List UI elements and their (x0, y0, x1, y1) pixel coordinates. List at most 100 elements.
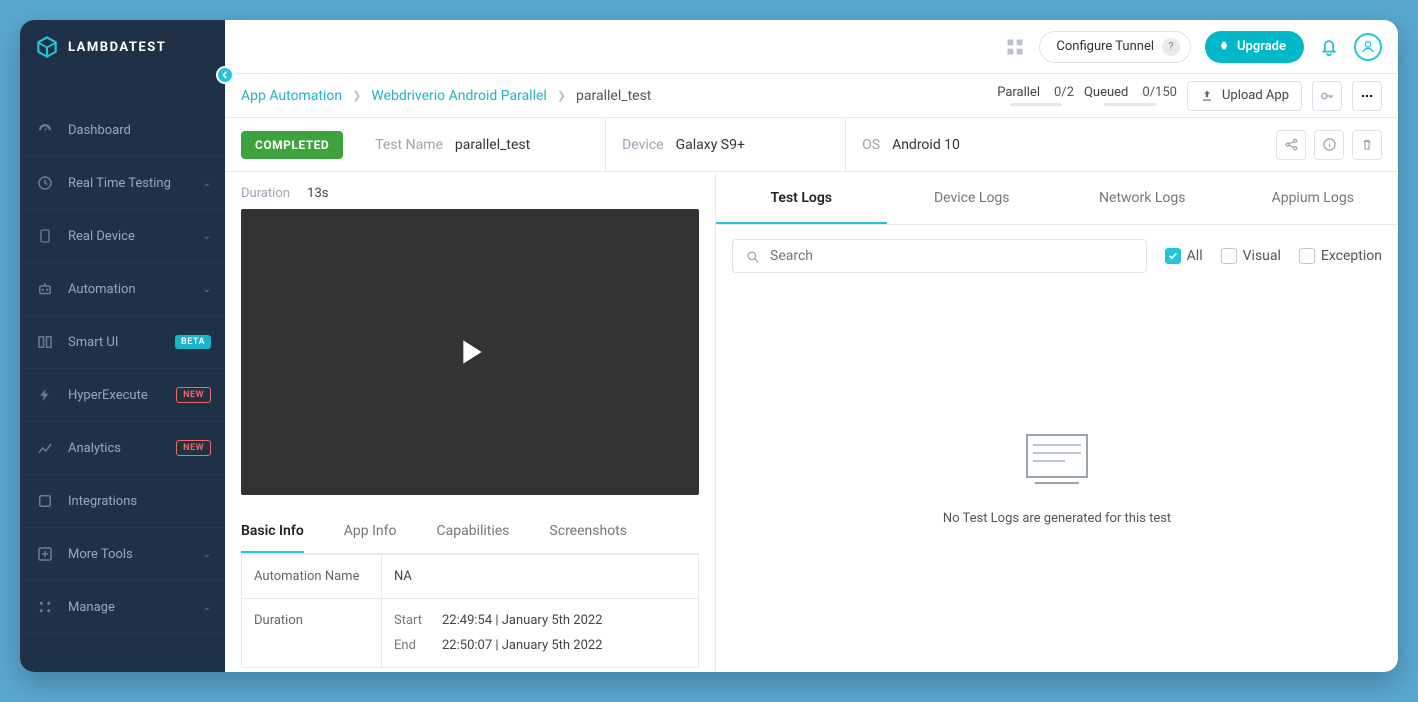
content-split: Duration 13s Basic Info App Info Capabil… (225, 172, 1398, 672)
document-icon (1021, 433, 1093, 485)
device-cell: Device Galaxy S9+ (606, 118, 846, 171)
chevron-down-icon: ⌄ (203, 549, 211, 560)
video-player[interactable] (241, 209, 699, 495)
checkbox-checked-icon (1165, 248, 1181, 264)
beta-badge: BETA (175, 335, 211, 349)
plug-icon (34, 490, 56, 512)
sidebar-item-label: Analytics (68, 441, 121, 456)
row-value: NA (382, 555, 698, 598)
start-value: 22:49:54 | January 5th 2022 (442, 613, 602, 628)
tab-device-logs[interactable]: Device Logs (887, 172, 1058, 224)
sidebar: LAMBDATEST Dashboard Real Time Testing ⌄… (20, 20, 225, 672)
testname-cell: Test Name parallel_test (359, 118, 606, 171)
tab-network-logs[interactable]: Network Logs (1057, 172, 1228, 224)
share-button[interactable] (1276, 130, 1306, 160)
tab-basic-info[interactable]: Basic Info (241, 511, 304, 553)
parallel-counter: Parallel 0/2 (997, 85, 1074, 106)
sidebar-item-label: Dashboard (68, 123, 131, 138)
upgrade-button[interactable]: Upgrade (1205, 31, 1304, 63)
delete-button[interactable] (1352, 130, 1382, 160)
sidebar-item-moretools[interactable]: More Tools ⌄ (20, 528, 225, 581)
counter-value: 0/150 (1142, 85, 1177, 100)
main-area: Configure Tunnel ? Upgrade App Automatio… (225, 20, 1398, 672)
empty-message: No Test Logs are generated for this test (943, 511, 1171, 526)
left-pane: Duration 13s Basic Info App Info Capabil… (225, 172, 715, 672)
play-icon (450, 332, 490, 372)
counter-value: 0/2 (1054, 85, 1074, 100)
meta-value: parallel_test (455, 137, 530, 153)
meta-label: OS (862, 137, 880, 153)
sidebar-item-automation[interactable]: Automation ⌄ (20, 263, 225, 316)
counter-label: Parallel (997, 85, 1040, 100)
app-root: LAMBDATEST Dashboard Real Time Testing ⌄… (20, 20, 1398, 672)
start-label: Start (394, 613, 442, 628)
gauge-icon (34, 119, 56, 141)
log-filter-row: All Visual Exception (716, 225, 1398, 287)
filter-all[interactable]: All (1165, 248, 1203, 264)
duration-line: Duration 13s (241, 186, 699, 201)
table-row: Duration Start22:49:54 | January 5th 202… (242, 598, 698, 667)
robot-icon (34, 278, 56, 300)
chevron-down-icon: ⌄ (203, 178, 211, 189)
upload-icon (1200, 89, 1214, 103)
sidebar-item-hyperexecute[interactable]: HyperExecute NEW (20, 369, 225, 422)
sidebar-item-dashboard[interactable]: Dashboard (20, 104, 225, 157)
info-button[interactable] (1314, 130, 1344, 160)
basic-info-table: Automation Name NA Duration Start22:49:5… (241, 554, 699, 668)
sidebar-item-integrations[interactable]: Integrations (20, 475, 225, 528)
tab-appium-logs[interactable]: Appium Logs (1228, 172, 1399, 224)
sidebar-item-label: More Tools (68, 547, 133, 562)
grid-icon (34, 596, 56, 618)
tab-test-logs[interactable]: Test Logs (716, 172, 887, 224)
log-tabs: Test Logs Device Logs Network Logs Appiu… (716, 172, 1398, 225)
new-badge: NEW (176, 387, 211, 403)
meta-actions (1260, 118, 1398, 171)
checkbox-icon (1299, 248, 1315, 264)
plus-square-icon (34, 543, 56, 565)
info-tabs: Basic Info App Info Capabilities Screens… (241, 511, 699, 554)
search-input[interactable] (770, 248, 1134, 264)
new-badge: NEW (176, 440, 211, 456)
sidebar-item-label: Automation (68, 282, 136, 297)
filter-label: All (1187, 248, 1203, 264)
key-button[interactable] (1312, 81, 1342, 111)
filter-visual[interactable]: Visual (1221, 248, 1281, 264)
sidebar-item-manage[interactable]: Manage ⌄ (20, 581, 225, 634)
sidebar-item-smartui[interactable]: Smart UI BETA (20, 316, 225, 369)
chevron-down-icon: ⌄ (203, 284, 211, 295)
sidebar-item-realtime[interactable]: Real Time Testing ⌄ (20, 157, 225, 210)
configure-tunnel-button[interactable]: Configure Tunnel ? (1039, 31, 1191, 63)
help-icon: ? (1162, 38, 1180, 56)
chevron-right-icon: ❯ (352, 89, 361, 102)
device-icon (34, 225, 56, 247)
notifications-icon[interactable] (1318, 36, 1340, 58)
filter-label: Exception (1321, 248, 1382, 264)
tab-app-info[interactable]: App Info (344, 511, 397, 553)
user-avatar[interactable] (1354, 33, 1382, 61)
configure-tunnel-label: Configure Tunnel (1056, 39, 1154, 54)
collapse-sidebar-button[interactable] (216, 66, 234, 84)
chevron-down-icon: ⌄ (203, 231, 211, 242)
clock-icon (34, 172, 56, 194)
chevron-down-icon: ⌄ (203, 602, 211, 613)
table-row: Automation Name NA (242, 554, 698, 598)
sidebar-item-analytics[interactable]: Analytics NEW (20, 422, 225, 475)
tab-capabilities[interactable]: Capabilities (437, 511, 510, 553)
rocket-icon (1217, 40, 1231, 54)
breadcrumb-current: parallel_test (576, 88, 651, 104)
search-icon (745, 249, 760, 264)
breadcrumb-link[interactable]: Webdriverio Android Parallel (371, 88, 546, 104)
apps-grid-icon[interactable] (1005, 37, 1025, 57)
chart-icon (34, 437, 56, 459)
panels-icon (34, 331, 56, 353)
meta-label: Device (622, 137, 663, 153)
search-box[interactable] (732, 239, 1147, 273)
filter-exception[interactable]: Exception (1299, 248, 1382, 264)
tab-screenshots[interactable]: Screenshots (549, 511, 627, 553)
more-button[interactable] (1352, 81, 1382, 111)
breadcrumb-link[interactable]: App Automation (241, 88, 342, 104)
row-value: Start22:49:54 | January 5th 2022 End22:5… (382, 599, 698, 667)
upload-app-button[interactable]: Upload App (1187, 81, 1302, 111)
end-label: End (394, 638, 442, 653)
sidebar-item-realdevice[interactable]: Real Device ⌄ (20, 210, 225, 263)
